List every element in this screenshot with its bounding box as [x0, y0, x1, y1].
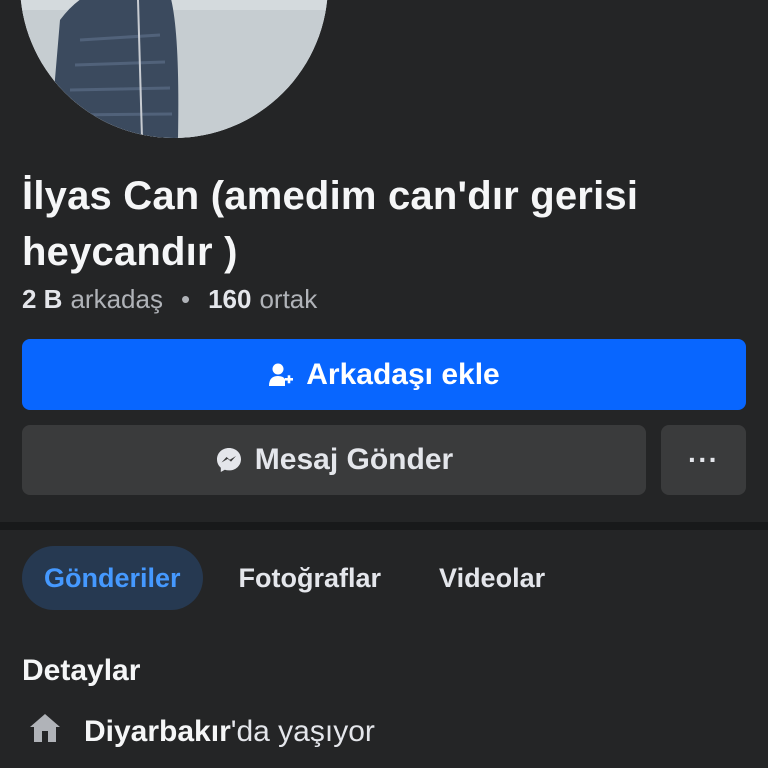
separator-dot: •: [180, 284, 191, 314]
person-add-icon: [268, 362, 294, 388]
friends-label[interactable]: arkadaş: [70, 284, 163, 315]
avatar-photo: [20, 0, 328, 138]
more-dots-icon: ···: [688, 444, 719, 475]
add-friend-label: Arkadaşı ekle: [306, 357, 500, 391]
friends-count: 2 B: [22, 284, 63, 314]
profile-avatar[interactable]: [20, 0, 328, 138]
tab-videos[interactable]: Videolar: [417, 546, 567, 610]
profile-stats: 2 B arkadaş • 160 ortak: [22, 284, 317, 315]
send-message-button[interactable]: Mesaj Gönder: [22, 425, 646, 495]
tab-posts[interactable]: Gönderiler: [22, 546, 203, 610]
send-message-label: Mesaj Gönder: [254, 443, 454, 476]
messenger-icon: [215, 446, 243, 474]
mutual-label[interactable]: ortak: [259, 284, 317, 315]
mutual-count: 160: [208, 284, 252, 314]
profile-name: İlyas Can (amedim can'dır gerisi heycand…: [22, 174, 639, 274]
tab-photos[interactable]: Fotoğraflar: [217, 546, 404, 610]
section-divider: [0, 522, 768, 530]
location-suffix: 'da yaşıyor: [230, 715, 375, 748]
add-friend-button[interactable]: Arkadaşı ekle: [22, 339, 746, 410]
profile-tabs: Gönderiler Fotoğraflar Videolar: [22, 546, 567, 610]
more-options-button[interactable]: ···: [661, 425, 746, 495]
detail-location: Diyarbakır'da yaşıyor: [28, 712, 375, 752]
details-heading: Detaylar: [22, 654, 141, 687]
home-icon: [28, 712, 62, 752]
location-city[interactable]: Diyarbakır: [84, 715, 231, 748]
